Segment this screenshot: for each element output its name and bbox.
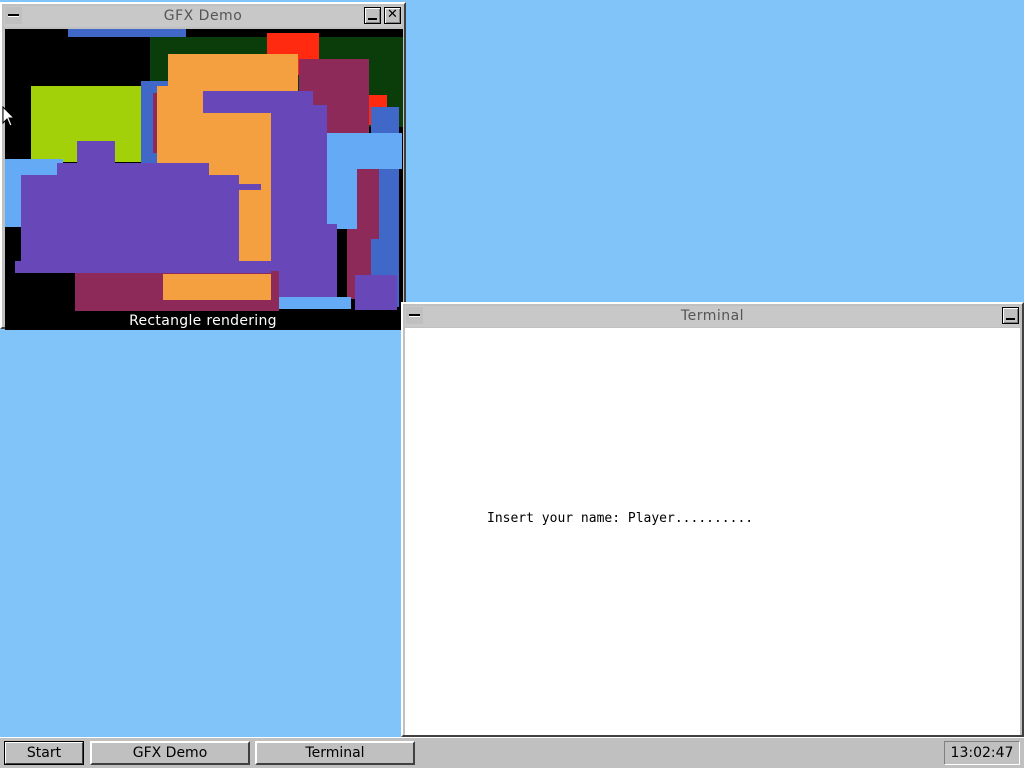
render-rect: [327, 133, 402, 169]
render-rect: [163, 274, 271, 300]
terminal-window[interactable]: Terminal Insert your name: Player.......…: [401, 302, 1024, 737]
window-title: Terminal: [680, 308, 745, 324]
window-title: GFX Demo: [163, 8, 243, 24]
terminal-prompt-line: Insert your name: Player..........: [487, 511, 754, 526]
render-rect: [327, 169, 359, 229]
desktop[interactable]: { "colors": { "desktop": "#80c4fa", "win…: [0, 0, 1024, 768]
gfx-demo-titlebar[interactable]: GFX Demo ✕: [4, 6, 402, 27]
gfx-caption: Rectangle rendering: [5, 312, 401, 330]
terminal-titlebar[interactable]: Terminal: [405, 306, 1020, 327]
render-rect: [355, 275, 397, 310]
close-icon[interactable]: ✕: [384, 7, 401, 24]
gfx-canvas: [5, 29, 403, 312]
mouse-pointer-icon: [2, 106, 16, 127]
taskbar-item-gfx-demo[interactable]: GFX Demo: [90, 741, 250, 765]
render-rect: [15, 261, 271, 273]
render-rect: [273, 224, 337, 299]
terminal-body[interactable]: Insert your name: Player..........: [405, 328, 1020, 735]
taskbar-clock: 13:02:47: [944, 741, 1020, 765]
taskbar: Start GFX Demo Terminal 13:02:47: [0, 737, 1024, 768]
rectangle-rendering-canvas: [5, 29, 403, 311]
start-button[interactable]: Start: [4, 741, 84, 765]
render-rect: [277, 297, 351, 309]
render-rect: [237, 184, 261, 190]
render-rect: [357, 169, 379, 239]
minimize-icon[interactable]: [1002, 307, 1019, 324]
taskbar-item-terminal[interactable]: Terminal: [255, 741, 415, 765]
render-rect: [68, 29, 186, 37]
render-rect: [21, 175, 239, 265]
gfx-demo-window[interactable]: GFX Demo ✕ Rectangle rendering: [0, 2, 406, 330]
minimize-icon[interactable]: [364, 7, 381, 24]
